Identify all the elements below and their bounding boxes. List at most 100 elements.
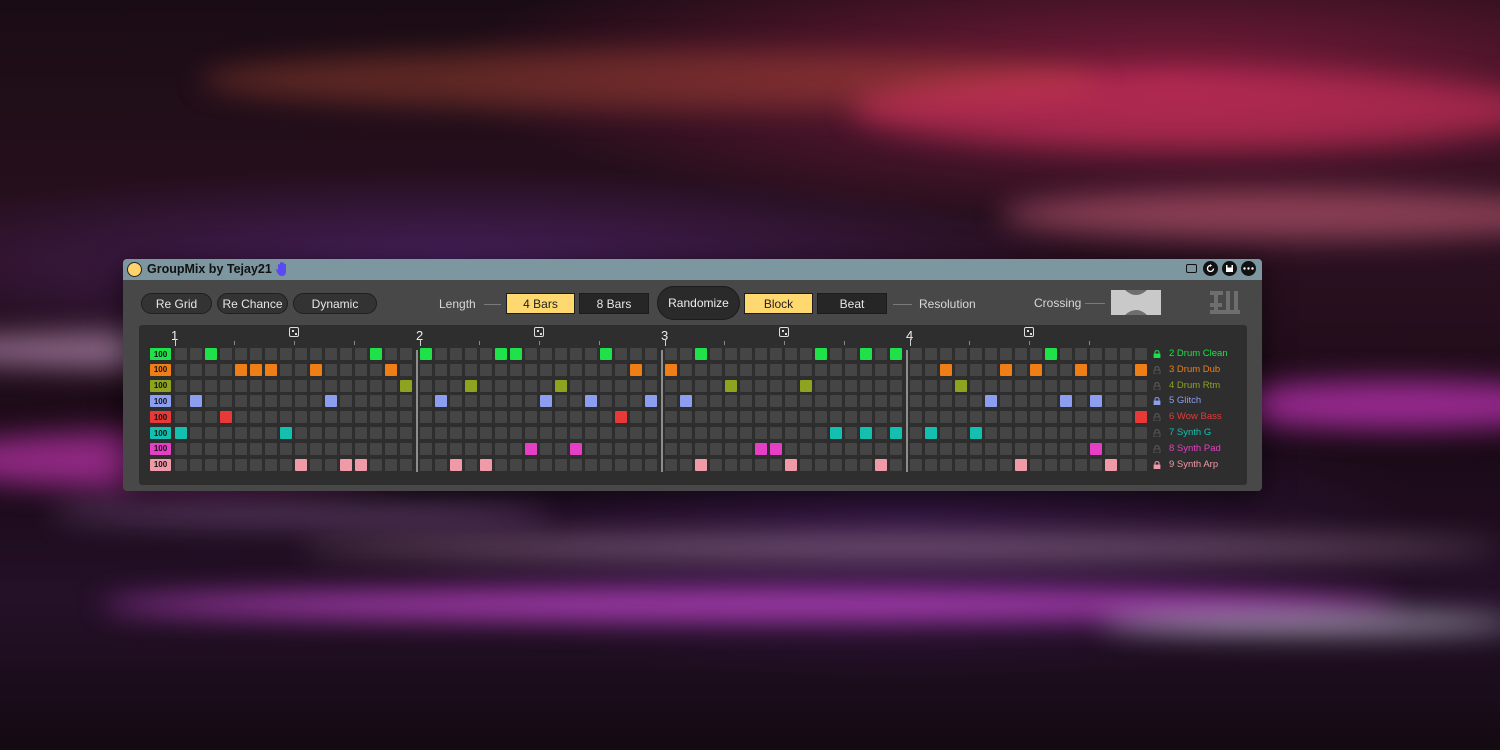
step-cell[interactable]: [235, 379, 247, 392]
step-cell[interactable]: [400, 395, 412, 408]
re-chance-button[interactable]: Re Chance: [217, 293, 288, 314]
step-cell[interactable]: [645, 348, 657, 360]
step-cell[interactable]: [510, 395, 522, 408]
step-cell[interactable]: [845, 379, 857, 392]
step-cell[interactable]: [890, 442, 902, 455]
step-cell[interactable]: [570, 348, 582, 360]
unlock-icon[interactable]: [1153, 365, 1161, 374]
step-cell-active[interactable]: [955, 379, 967, 392]
lock-icon[interactable]: [1153, 350, 1161, 358]
step-cell[interactable]: [480, 411, 492, 424]
crossing-curve-control[interactable]: [1111, 290, 1161, 315]
step-cell[interactable]: [385, 411, 397, 424]
step-cell-active[interactable]: [1075, 363, 1087, 376]
step-cell[interactable]: [340, 348, 352, 360]
dice-icon[interactable]: [1024, 327, 1034, 337]
step-cell-active[interactable]: [540, 395, 552, 408]
step-cell[interactable]: [1105, 363, 1117, 376]
step-cell[interactable]: [970, 442, 982, 455]
step-cell[interactable]: [480, 442, 492, 455]
step-cell[interactable]: [645, 379, 657, 392]
step-cell[interactable]: [680, 411, 692, 424]
step-cell-active[interactable]: [860, 348, 872, 360]
step-cell[interactable]: [570, 427, 582, 439]
step-cell[interactable]: [925, 395, 937, 408]
step-cell[interactable]: [495, 411, 507, 424]
step-cell[interactable]: [1015, 363, 1027, 376]
step-cell[interactable]: [585, 458, 597, 471]
step-cell[interactable]: [265, 379, 277, 392]
step-cell[interactable]: [785, 442, 797, 455]
step-cell-active[interactable]: [1090, 442, 1102, 455]
step-cell[interactable]: [615, 379, 627, 392]
step-cell[interactable]: [1045, 411, 1057, 424]
step-cell[interactable]: [525, 348, 537, 360]
step-cell-active[interactable]: [495, 348, 507, 360]
step-cell[interactable]: [615, 442, 627, 455]
step-cell[interactable]: [450, 348, 462, 360]
step-cell[interactable]: [435, 427, 447, 439]
velocity-box[interactable]: 100: [150, 348, 171, 360]
step-cell[interactable]: [1000, 411, 1012, 424]
step-cell-active[interactable]: [235, 363, 247, 376]
step-cell-active[interactable]: [585, 395, 597, 408]
step-cell[interactable]: [785, 395, 797, 408]
step-cell[interactable]: [1000, 379, 1012, 392]
step-cell[interactable]: [665, 411, 677, 424]
step-cell[interactable]: [480, 363, 492, 376]
step-cell[interactable]: [1060, 379, 1072, 392]
step-cell[interactable]: [615, 395, 627, 408]
dynamic-button[interactable]: Dynamic: [293, 293, 377, 314]
step-cell[interactable]: [1000, 395, 1012, 408]
step-cell[interactable]: [420, 411, 432, 424]
velocity-box[interactable]: 100: [150, 363, 171, 376]
step-cell[interactable]: [630, 348, 642, 360]
step-cell[interactable]: [555, 427, 567, 439]
step-cell[interactable]: [295, 442, 307, 455]
step-cell[interactable]: [235, 348, 247, 360]
step-cell-active[interactable]: [265, 363, 277, 376]
step-cell[interactable]: [250, 411, 262, 424]
step-cell[interactable]: [280, 458, 292, 471]
step-cell[interactable]: [465, 427, 477, 439]
step-cell[interactable]: [175, 379, 187, 392]
step-cell[interactable]: [510, 411, 522, 424]
step-cell[interactable]: [815, 411, 827, 424]
step-cell-active[interactable]: [875, 458, 887, 471]
step-cell[interactable]: [740, 442, 752, 455]
step-cell[interactable]: [1045, 363, 1057, 376]
step-cell[interactable]: [385, 395, 397, 408]
step-cell[interactable]: [235, 411, 247, 424]
step-cell[interactable]: [925, 363, 937, 376]
step-cell[interactable]: [420, 458, 432, 471]
step-cell[interactable]: [280, 363, 292, 376]
lock-icon[interactable]: [1153, 460, 1161, 469]
step-cell[interactable]: [1120, 442, 1132, 455]
step-cell[interactable]: [1090, 458, 1102, 471]
step-cell[interactable]: [755, 411, 767, 424]
step-cell[interactable]: [325, 411, 337, 424]
step-cell[interactable]: [1015, 427, 1027, 439]
step-cell[interactable]: [830, 379, 842, 392]
step-cell[interactable]: [665, 348, 677, 360]
step-cell[interactable]: [1030, 411, 1042, 424]
step-cell[interactable]: [495, 395, 507, 408]
step-cell[interactable]: [630, 458, 642, 471]
step-cell[interactable]: [220, 427, 232, 439]
step-cell[interactable]: [205, 395, 217, 408]
step-cell[interactable]: [1030, 348, 1042, 360]
step-cell[interactable]: [280, 379, 292, 392]
step-cell[interactable]: [800, 348, 812, 360]
step-cell[interactable]: [435, 379, 447, 392]
step-cell-active[interactable]: [310, 363, 322, 376]
step-cell[interactable]: [630, 427, 642, 439]
step-cell[interactable]: [1030, 427, 1042, 439]
step-cell[interactable]: [860, 411, 872, 424]
step-cell[interactable]: [955, 395, 967, 408]
step-cell[interactable]: [510, 427, 522, 439]
step-cell[interactable]: [1075, 427, 1087, 439]
step-cell[interactable]: [955, 427, 967, 439]
step-cell-active[interactable]: [325, 395, 337, 408]
resolution-block-button[interactable]: Block: [744, 293, 813, 314]
step-cell[interactable]: [370, 458, 382, 471]
